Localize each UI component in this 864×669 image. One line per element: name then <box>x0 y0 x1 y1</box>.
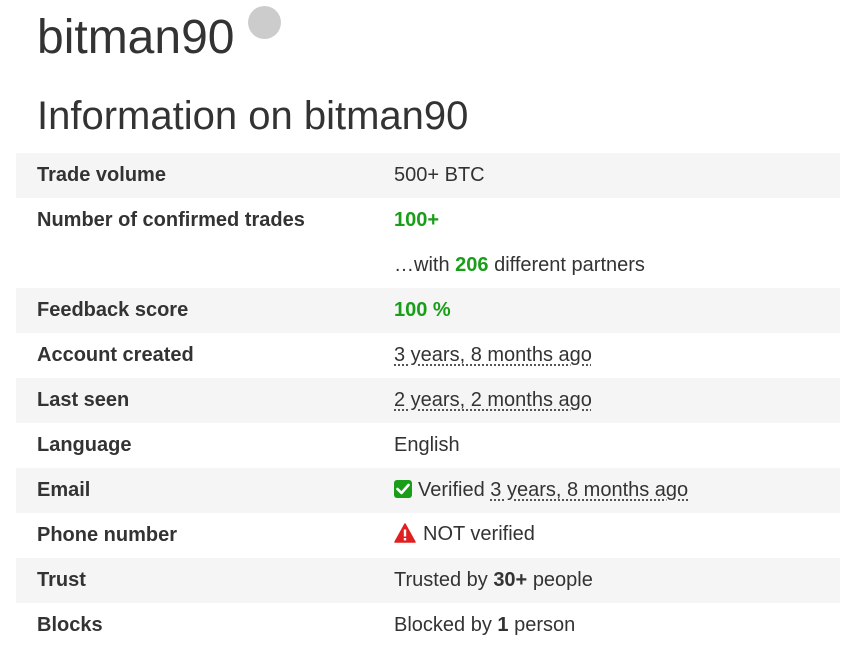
username: bitman90 <box>37 11 235 64</box>
trust-count: 30+ <box>493 569 528 591</box>
email-label: Email <box>16 468 394 513</box>
check-square-icon <box>394 480 412 498</box>
last-seen-label: Last seen <box>16 378 394 423</box>
partners-empty-label <box>16 243 394 288</box>
blocks-label: Blocks <box>37 614 103 636</box>
phone-label: Phone number <box>37 524 178 546</box>
trade-volume-label: Trade volume <box>16 153 394 198</box>
language-value: English <box>394 434 460 456</box>
user-info-table: Trade volume 500+ BTC Number of confirme… <box>16 153 840 648</box>
row-last-seen: Last seen 2 years, 2 months ago <box>16 378 840 423</box>
row-email: Email Verified 3 years, 8 months ago <box>16 468 840 513</box>
section-title: Information on bitman90 <box>37 94 469 138</box>
partners-value: …with 206 different partners <box>394 243 840 288</box>
trust-prefix: Trusted by <box>394 569 488 591</box>
row-phone: Phone number NOT verified <box>16 513 840 558</box>
online-status-indicator <box>248 5 282 39</box>
row-trade-volume: Trade volume 500+ BTC <box>16 153 840 198</box>
row-partners: …with 206 different partners <box>16 243 840 288</box>
row-feedback-score: Feedback score 100 % <box>16 288 840 333</box>
confirmed-trades-value: 100+ <box>394 209 440 231</box>
language-label: Language <box>37 434 132 456</box>
trust-label: Trust <box>16 558 394 603</box>
email-status: Verified <box>418 479 485 501</box>
trust-value: Trusted by 30+ people <box>394 558 840 603</box>
email-verified-date[interactable]: 3 years, 8 months ago <box>490 479 688 501</box>
account-created-label: Account created <box>37 344 194 366</box>
warning-triangle-icon <box>394 522 416 549</box>
row-trust: Trust Trusted by 30+ people <box>16 558 840 603</box>
feedback-score-label: Feedback score <box>16 288 394 333</box>
row-language: Language English <box>16 423 840 468</box>
blocks-suffix: person <box>514 614 576 636</box>
phone-status: NOT verified <box>423 522 535 545</box>
last-seen-date[interactable]: 2 years, 2 months ago <box>394 389 592 411</box>
account-created-date[interactable]: 3 years, 8 months ago <box>394 344 592 366</box>
blocks-prefix: Blocked by <box>394 614 492 636</box>
email-value: Verified 3 years, 8 months ago <box>394 468 840 513</box>
phone-value: NOT verified <box>394 513 840 558</box>
partners-prefix: …with <box>394 254 450 276</box>
trade-volume-value: 500+ BTC <box>394 153 840 198</box>
row-confirmed-trades: Number of confirmed trades 100+ <box>16 198 840 243</box>
partners-suffix: different partners <box>494 254 645 276</box>
partners-count: 206 <box>455 254 489 276</box>
blocks-value: Blocked by 1 person <box>394 603 840 648</box>
row-blocks: Blocks Blocked by 1 person <box>16 603 840 648</box>
row-account-created: Account created 3 years, 8 months ago <box>16 333 840 378</box>
confirmed-trades-label: Number of confirmed trades <box>37 209 305 231</box>
username-heading: bitman90 <box>37 5 282 68</box>
blocks-count: 1 <box>497 614 509 636</box>
feedback-score-value: 100 % <box>394 288 840 333</box>
trust-suffix: people <box>532 569 593 591</box>
